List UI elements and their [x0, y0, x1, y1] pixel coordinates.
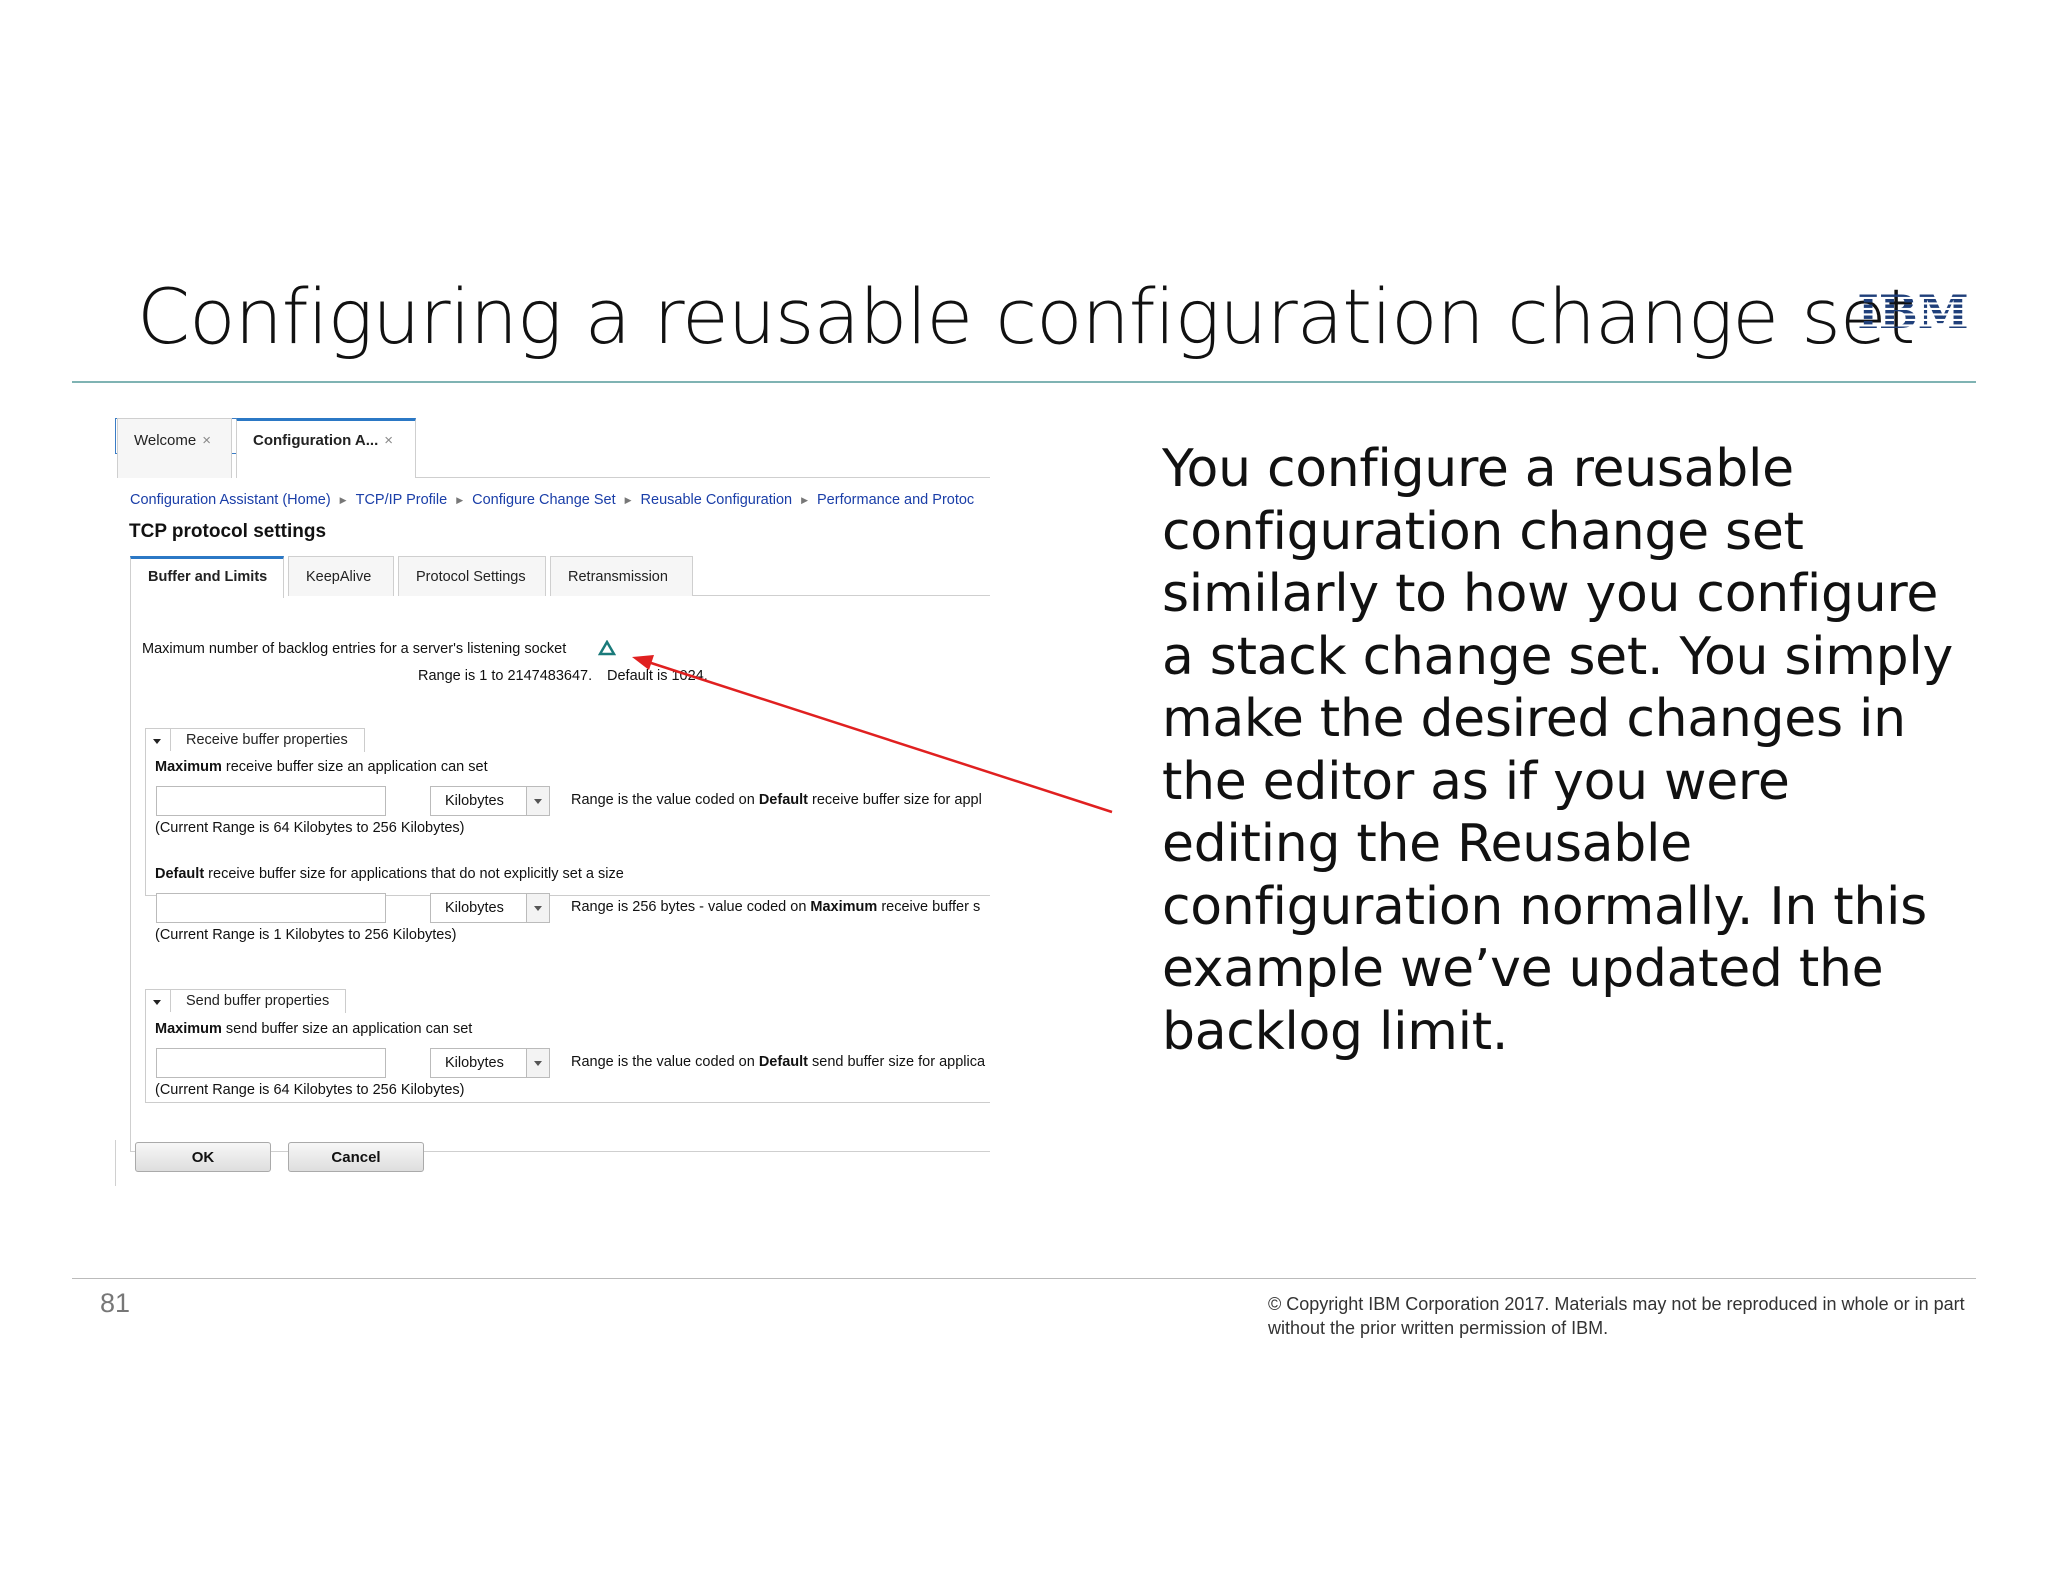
receive-default-current-range: (Current Range is 1 Kilobytes to 256 Kil… [155, 927, 457, 943]
dropdown-arrow-icon[interactable] [526, 894, 549, 922]
breadcrumb-home[interactable]: Configuration Assistant (Home) [130, 492, 331, 508]
breadcrumb-reusable-configuration[interactable]: Reusable Configuration [641, 492, 793, 508]
send-buffer-section-header[interactable]: Send buffer properties [145, 989, 346, 1013]
receive-max-unit-select[interactable]: Kilobytes [430, 786, 550, 816]
receive-default-unit-value: Kilobytes [445, 900, 504, 916]
tab-retransmission[interactable]: Retransmission [550, 556, 693, 596]
tab-configuration-assistant[interactable]: Configuration A... × [236, 418, 416, 478]
slide-number: 81 [100, 1288, 131, 1318]
ibm-logo-text: IBM [1858, 288, 1968, 332]
send-buffer-title: Send buffer properties [186, 993, 330, 1009]
breadcrumb-performance[interactable]: Performance and Protoc [817, 492, 974, 508]
copyright-notice: © Copyright IBM Corporation 2017. Materi… [1268, 1294, 1965, 1338]
tab-welcome[interactable]: Welcome × [117, 418, 232, 478]
receive-default-input[interactable] [156, 893, 386, 923]
breadcrumb-configure-change-set[interactable]: Configure Change Set [472, 492, 616, 508]
page-heading: TCP protocol settings [129, 521, 327, 542]
ibm-logo: IBM [1858, 288, 1968, 332]
receive-buffer-title: Receive buffer properties [186, 732, 348, 748]
chevron-right-icon: ▶ [801, 495, 809, 505]
inner-tab-divider [693, 595, 990, 596]
chevron-right-icon: ▶ [624, 495, 632, 505]
close-icon[interactable]: × [384, 432, 393, 449]
receive-default-unit-select[interactable]: Kilobytes [430, 893, 550, 923]
tab-configuration-label: Configuration A... [253, 432, 379, 449]
tab-protocol-settings[interactable]: Protocol Settings [398, 556, 546, 596]
footer-divider [72, 1278, 1976, 1279]
form-border [130, 597, 131, 1152]
backlog-range: Range is 1 to 2147483647. [418, 668, 593, 684]
title-divider [72, 381, 1976, 383]
receive-max-label: Maximum receive buffer size an applicati… [155, 759, 488, 775]
tab-keepalive[interactable]: KeepAlive [288, 556, 394, 596]
chevron-down-icon[interactable] [146, 729, 171, 751]
ok-button[interactable]: OK [135, 1142, 271, 1172]
send-max-hint: Range is the value coded on Default send… [571, 1054, 986, 1070]
slide-title: Configuring a reusable configuration cha… [137, 272, 1915, 361]
tab-buffer-and-limits[interactable]: Buffer and Limits [130, 556, 284, 598]
app-screenshot: Welcome × Configuration A... × Configurati… [115, 418, 990, 1188]
slide-body-text: You configure a reusable configuration c… [1162, 439, 1953, 1062]
send-max-label: Maximum send buffer size an application … [155, 1021, 473, 1037]
receive-max-input[interactable] [156, 786, 386, 816]
triangle-help-icon[interactable] [598, 640, 616, 656]
chevron-down-icon[interactable] [146, 990, 171, 1012]
receive-buffer-section-header[interactable]: Receive buffer properties [145, 728, 365, 752]
close-icon[interactable]: × [202, 432, 211, 449]
dropdown-arrow-icon[interactable] [526, 1049, 549, 1077]
backlog-default: Default is 1024. [607, 668, 708, 684]
cancel-button[interactable]: Cancel [288, 1142, 424, 1172]
panel-border [115, 1140, 116, 1186]
tabstrip-divider [415, 477, 990, 478]
send-max-input[interactable] [156, 1048, 386, 1078]
breadcrumb-tcpip-profile[interactable]: TCP/IP Profile [356, 492, 448, 508]
send-max-current-range: (Current Range is 64 Kilobytes to 256 Ki… [155, 1082, 465, 1098]
send-max-unit-select[interactable]: Kilobytes [430, 1048, 550, 1078]
send-max-unit-value: Kilobytes [445, 1055, 504, 1071]
breadcrumb: Configuration Assistant (Home) ▶ TCP/IP Pr… [130, 492, 974, 508]
tab-welcome-label: Welcome [134, 432, 197, 449]
receive-default-label: Default receive buffer size for applicat… [155, 866, 624, 882]
receive-default-hint: Range is 256 bytes - value coded on Maxi… [571, 899, 981, 915]
backlog-label: Maximum number of backlog entries for a … [142, 641, 567, 657]
chevron-right-icon: ▶ [456, 495, 464, 505]
chevron-right-icon: ▶ [339, 495, 347, 505]
receive-max-current-range: (Current Range is 64 Kilobytes to 256 Ki… [155, 820, 465, 836]
dropdown-arrow-icon[interactable] [526, 787, 549, 815]
receive-max-hint: Range is the value coded on Default rece… [571, 792, 982, 808]
receive-max-unit-value: Kilobytes [445, 793, 504, 809]
